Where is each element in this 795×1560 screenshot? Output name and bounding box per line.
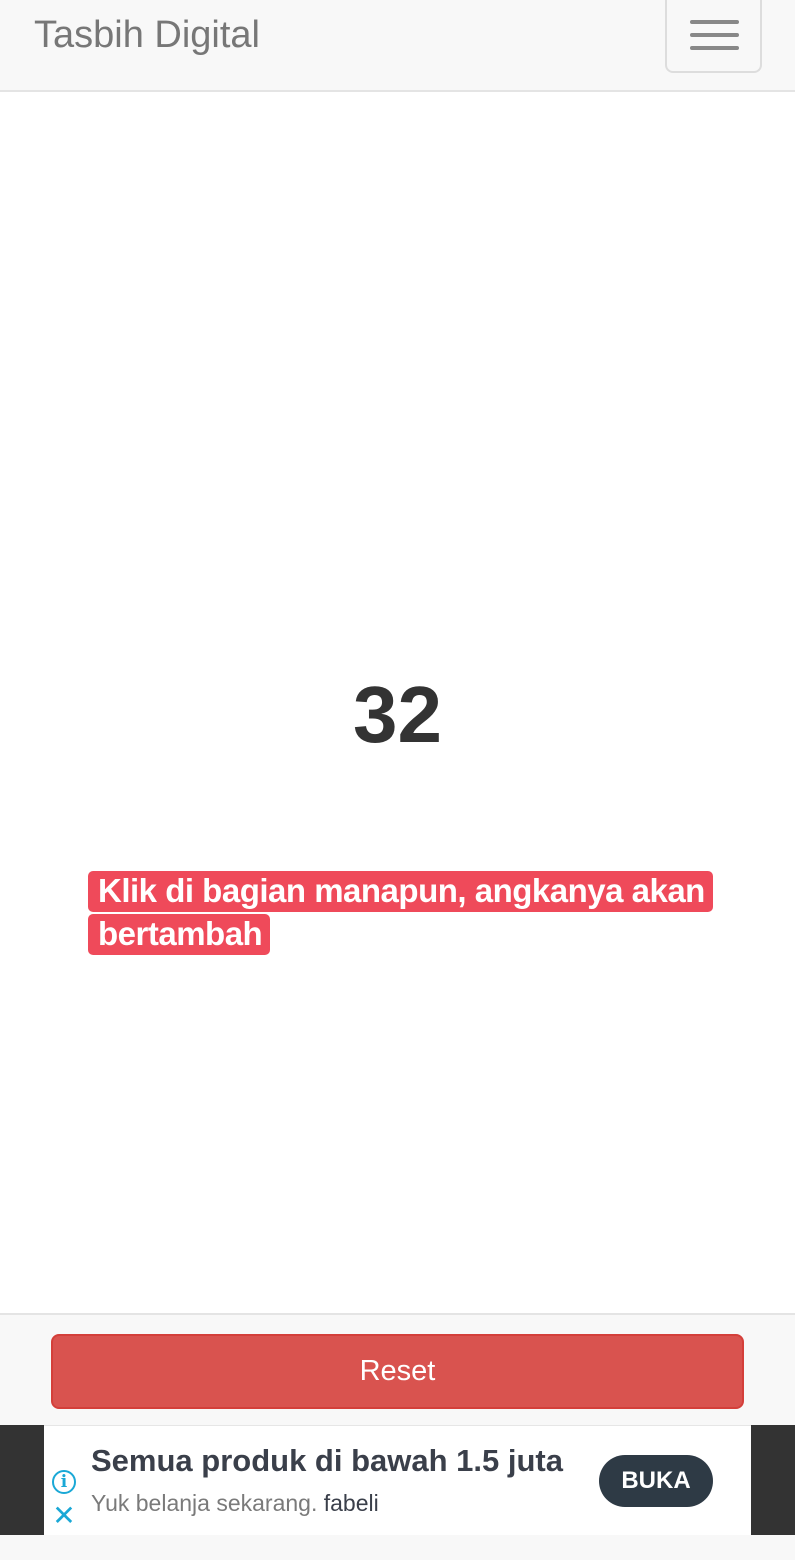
menu-toggle-button[interactable] [665, 0, 762, 73]
ad-cta-button[interactable]: BUKA [599, 1455, 713, 1507]
info-icon[interactable]: i [52, 1470, 76, 1494]
navbar: Tasbih Digital [0, 0, 795, 92]
hamburger-menu-icon-bar [690, 46, 739, 50]
brand-title[interactable]: Tasbih Digital [34, 13, 260, 57]
ad-side-bar-right [751, 1425, 795, 1535]
page: Tasbih Digital 32 Klik di bagian manapun… [0, 0, 795, 1560]
ad-subtitle: Yuk belanja sekarang. fabeli [91, 1488, 379, 1518]
hint-text: Klik di bagian manapun, angkanya akan be… [88, 871, 713, 955]
hamburger-menu-icon [690, 20, 739, 24]
ad-title[interactable]: Semua produk di bawah 1.5 juta [91, 1442, 563, 1480]
ad-side-bar-left [0, 1425, 44, 1535]
ad-advertiser: fabeli [323, 1490, 379, 1516]
ad-subtitle-text: Yuk belanja sekarang. [91, 1490, 318, 1516]
counter-tap-area[interactable]: 32 Klik di bagian manapun, angkanya akan… [0, 92, 795, 1313]
counter-value: 32 [353, 670, 442, 759]
reset-button[interactable]: Reset [51, 1334, 744, 1409]
hint-label: Klik di bagian manapun, angkanya akan be… [88, 869, 728, 955]
ad-banner[interactable]: i ✕ Semua produk di bawah 1.5 juta Yuk b… [44, 1425, 751, 1535]
bottom-strip [0, 1535, 795, 1560]
hamburger-menu-icon-bar [690, 33, 739, 37]
close-icon[interactable]: ✕ [52, 1502, 76, 1530]
